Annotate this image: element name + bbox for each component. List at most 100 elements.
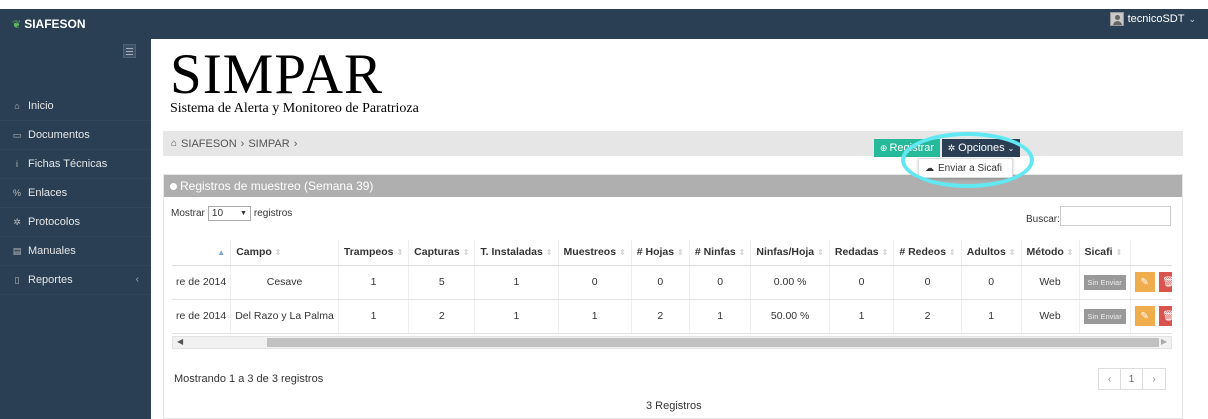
records-table-wrap: ▲ Campo ⇕ Trampeos ⇕ Capturas ⇕ T. Instalad…	[172, 240, 1172, 340]
sort-icon: ⇕	[545, 248, 553, 258]
col-header-metodo[interactable]: Método ⇕	[1021, 240, 1080, 266]
pencil-icon: ✎	[1140, 276, 1149, 288]
sidebar-item-protocolos[interactable]: ✲ Protocolos	[0, 208, 151, 237]
breadcrumb-root[interactable]: SIAFESON	[181, 138, 237, 150]
prev-page-button[interactable]: ‹	[1099, 369, 1121, 389]
cell-muestreos: 1	[558, 299, 632, 334]
sidebar-item-reportes[interactable]: ▯ Reportes ‹	[0, 266, 151, 295]
pagination: ‹ 1 ›	[1098, 368, 1166, 390]
trash-icon: 🗑	[1162, 276, 1172, 288]
col-header-redeos[interactable]: # Redeos ⇕	[893, 240, 962, 266]
records-label: registros	[253, 208, 293, 219]
cell-sicafi: Sin Enviar	[1079, 299, 1131, 334]
col-header-adultos[interactable]: Adultos ⇕	[961, 240, 1022, 266]
col-label: Trampeos	[343, 246, 394, 259]
col-header-ninfas[interactable]: # Ninfas ⇕	[689, 240, 752, 266]
sort-icon: ⇕	[1008, 248, 1016, 258]
delete-button[interactable]: 🗑	[1158, 306, 1172, 326]
page-title: SIMPAR	[170, 43, 384, 106]
col-label: Método	[1026, 246, 1064, 259]
registrar-button[interactable]: ⊕ Registrar	[874, 139, 940, 157]
col-label: Adultos	[966, 246, 1006, 259]
col-header-capturas[interactable]: Capturas ⇕	[408, 240, 476, 266]
edit-button[interactable]: ✎	[1134, 272, 1155, 292]
panel-title: Registros de muestreo (Semana 39)	[180, 179, 374, 193]
records-table: ▲ Campo ⇕ Trampeos ⇕ Capturas ⇕ T. Instalad…	[172, 240, 1172, 334]
col-label: Sicafi	[1084, 246, 1113, 259]
sidebar-item-manuales[interactable]: ▤ Manuales	[0, 237, 151, 266]
cell-acciones: ✎ 🗑	[1130, 265, 1172, 300]
sidebar-item-inicio[interactable]: ⌂ Inicio	[0, 92, 151, 121]
breadcrumb-separator: ›	[240, 137, 245, 150]
cell-capturas: 5	[408, 265, 476, 300]
cell-metodo: Web	[1021, 265, 1080, 300]
cell-ninfas-hoja: 0.00 %	[750, 265, 830, 300]
col-header-t-instaladas[interactable]: T. Instaladas ⇕	[474, 240, 559, 266]
col-header-acciones[interactable]: ⇕	[1130, 240, 1172, 266]
cell-trampeos: 1	[338, 299, 410, 334]
leaf-icon: ❦	[12, 18, 22, 31]
scroll-left-icon[interactable]: ◀	[177, 337, 183, 346]
cell-acciones: ✎ 🗑	[1130, 299, 1172, 334]
col-label: T. Instaladas	[480, 246, 543, 259]
circle-icon	[170, 182, 177, 190]
scroll-right-icon[interactable]: ▶	[1161, 337, 1167, 346]
page-subtitle: Sistema de Alerta y Monitoreo de Paratri…	[170, 101, 419, 116]
col-header-campo[interactable]: Campo ⇕	[230, 240, 339, 266]
sidebar-item-label: Documentos	[28, 129, 90, 141]
col-header-muestreos[interactable]: Muestreos ⇕	[558, 240, 632, 266]
breadcrumb-separator: ›	[293, 137, 298, 150]
col-header-sicafi[interactable]: Sicafi ⇕	[1079, 240, 1131, 266]
col-header-hojas[interactable]: # Hojas ⇕	[631, 240, 690, 266]
plus-circle-icon: ⊕	[879, 142, 888, 153]
table-row: re de 2014 Del Razo y La Palma 1 2 1 1 2…	[172, 299, 1172, 334]
sidebar-item-label: Manuales	[28, 245, 76, 257]
page-length-control: Mostrar 10 ▼ registros	[171, 206, 292, 221]
sort-icon: ⇕	[396, 248, 404, 258]
cell-capturas: 2	[408, 299, 476, 334]
registrar-label: Registrar	[889, 142, 935, 154]
cell-fecha: re de 2014	[172, 265, 232, 300]
delete-button[interactable]: 🗑	[1158, 272, 1172, 292]
page-size-select[interactable]: 10 ▼	[207, 206, 251, 221]
sidebar-item-label: Inicio	[28, 100, 54, 112]
opciones-button[interactable]: ✲ Opciones ⌄	[942, 139, 1020, 157]
sort-icon: ⇕	[949, 248, 956, 258]
opciones-dropdown: ☁ Enviar a Sicafi	[918, 158, 1013, 178]
scrollbar-thumb[interactable]	[267, 338, 1159, 347]
cell-muestreos: 0	[558, 265, 632, 300]
search-input[interactable]	[1060, 206, 1171, 226]
cell-campo: Cesave	[230, 265, 339, 300]
info-icon: i	[16, 159, 18, 169]
status-badge: Sin Enviar	[1083, 274, 1126, 290]
horizontal-scrollbar[interactable]: ◀ ▶	[172, 336, 1172, 349]
col-header-ninfas-hoja[interactable]: Ninfas/Hoja ⇕	[750, 240, 830, 266]
brand-logo[interactable]: ❦ SIAFESON	[0, 9, 151, 39]
avatar	[1109, 12, 1124, 26]
menu-toggle-icon[interactable]	[123, 44, 136, 58]
sort-icon: ⇕	[738, 248, 746, 258]
col-label: # Hojas	[636, 246, 675, 259]
show-label: Mostrar	[171, 208, 205, 219]
col-header-redadas[interactable]: Redadas ⇕	[829, 240, 895, 266]
page-button[interactable]: 1	[1121, 369, 1143, 389]
sidebar-item-fichas[interactable]: i Fichas Técnicas	[0, 150, 151, 179]
cell-hojas: 2	[631, 299, 690, 334]
trash-icon: 🗑	[1162, 310, 1172, 322]
col-header-fecha[interactable]: ▲	[172, 240, 232, 266]
breadcrumb-current[interactable]: SIMPAR	[248, 138, 289, 150]
sort-icon: ⇕	[462, 248, 470, 258]
sort-icon: ⇕	[619, 248, 626, 258]
user-menu[interactable]: tecnicoSDT ⌄	[1109, 12, 1196, 26]
edit-button[interactable]: ✎	[1134, 306, 1155, 326]
sidebar-item-enlaces[interactable]: % Enlaces	[0, 179, 151, 208]
search-label: Buscar:	[1026, 214, 1060, 225]
col-header-trampeos[interactable]: Trampeos ⇕	[338, 240, 410, 266]
enviar-sicafi-menu-item[interactable]: Enviar a Sicafi	[938, 163, 1002, 174]
cell-trampeos: 1	[338, 265, 410, 300]
sort-icon: ⇕	[881, 248, 889, 258]
panel-header: Registros de muestreo (Semana 39)	[164, 175, 1182, 197]
next-page-button[interactable]: ›	[1143, 369, 1165, 389]
sidebar-item-label: Fichas Técnicas	[28, 158, 108, 170]
sidebar-item-documentos[interactable]: ▭ Documentos	[0, 121, 151, 150]
